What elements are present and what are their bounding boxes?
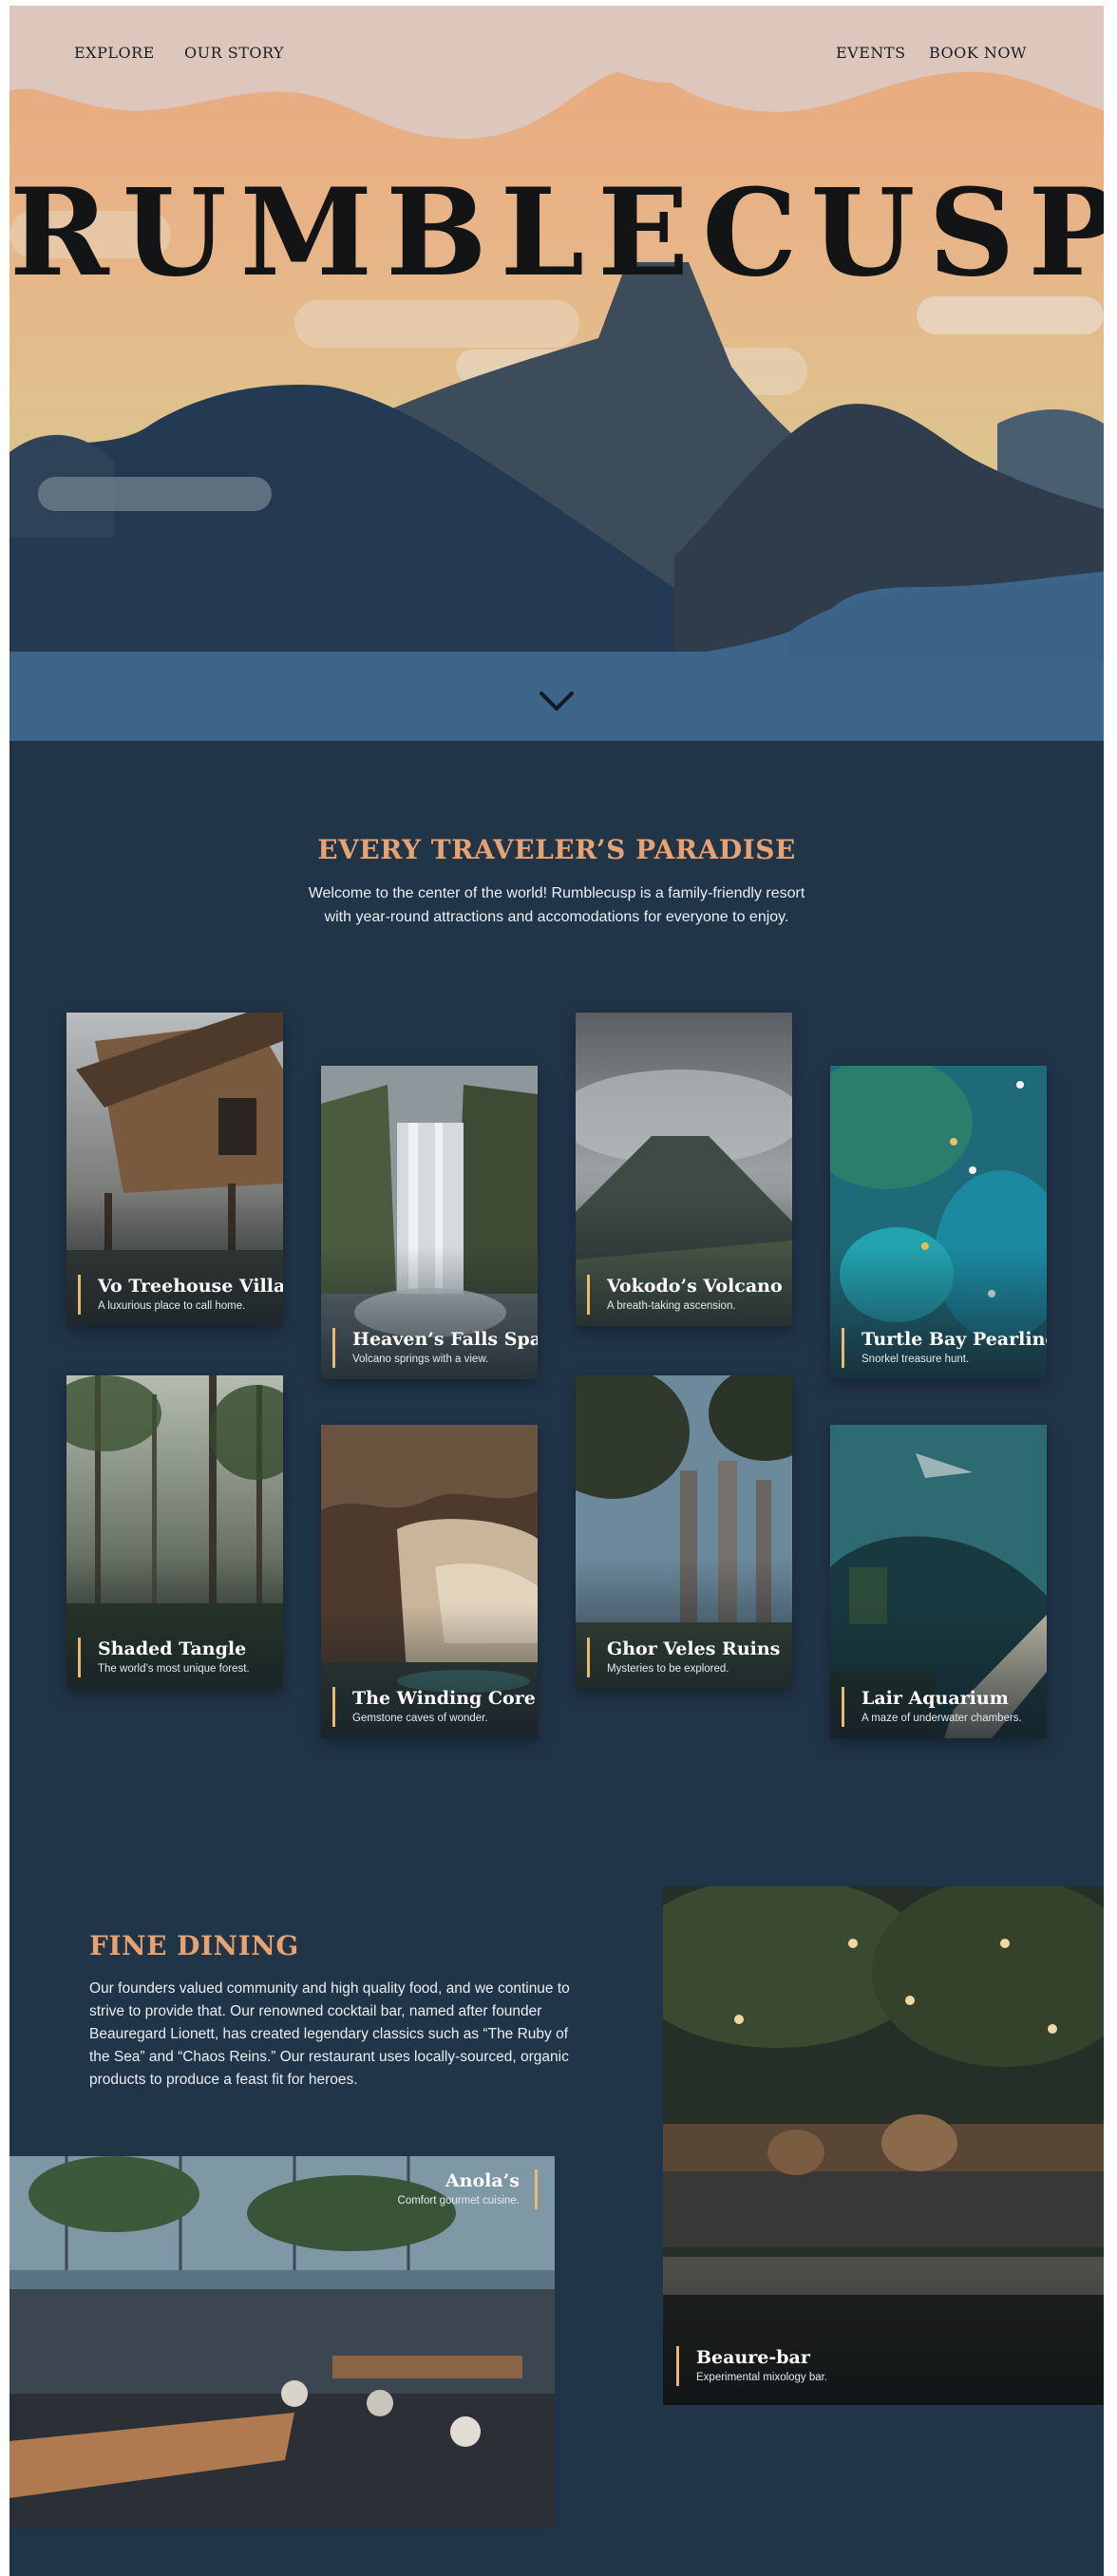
page-frame: EXPLORE OUR STORY EVENTS BOOK NOW RUMBLE…	[9, 6, 1104, 2576]
hero-illustration	[9, 6, 1104, 741]
card-title: Vokodo’s Volcano	[607, 1276, 783, 1297]
dining-text-line: products to produce a feast fit for hero…	[89, 2072, 358, 2088]
card-subtitle: Comfort gourmet cuisine.	[397, 2195, 520, 2207]
card-title: Beaure-bar	[696, 2347, 810, 2368]
attraction-card[interactable]: Turtle Bay Pearling Snorkel treasure hun…	[830, 1066, 1047, 1379]
attraction-card[interactable]: Vokodo’s Volcano A breath-taking ascensi…	[576, 1013, 792, 1326]
card-caption: Turtle Bay Pearling Snorkel treasure hun…	[842, 1328, 1047, 1368]
card-subtitle: Snorkel treasure hunt.	[861, 1354, 970, 1365]
card-subtitle: Mysteries to be explored.	[607, 1663, 729, 1675]
attraction-card[interactable]: Shaded Tangle The world’s most unique fo…	[66, 1375, 283, 1689]
attraction-card[interactable]: Lair Aquarium A maze of underwater chamb…	[830, 1425, 1047, 1738]
attraction-card[interactable]: The Winding Core Gemstone caves of wonde…	[321, 1425, 538, 1738]
brand-title: RUMBLECUSP	[9, 162, 1104, 303]
card-title: Lair Aquarium	[861, 1688, 1009, 1709]
card-caption: Lair Aquarium A maze of underwater chamb…	[842, 1687, 1022, 1727]
card-title: Heaven’s Falls Spa	[352, 1329, 538, 1350]
dining-description: Our founders valued community and high q…	[89, 1978, 602, 2092]
card-caption: Vokodo’s Volcano A breath-taking ascensi…	[587, 1275, 783, 1315]
nav-explore[interactable]: EXPLORE	[74, 44, 155, 62]
restaurant-photo	[9, 2156, 555, 2527]
card-title: Anola’s	[445, 2170, 520, 2191]
card-title: Ghor Veles Ruins	[607, 1638, 781, 1659]
card-subtitle: The world’s most unique forest.	[98, 1663, 250, 1675]
attraction-card[interactable]: Heaven’s Falls Spa Volcano springs with …	[321, 1066, 538, 1379]
card-subtitle: A breath-taking ascension.	[607, 1300, 736, 1312]
dining-text-line: the Sea” and “Chaos Reins.” Our restaura…	[89, 2049, 569, 2065]
dining-title: FINE DINING	[89, 1930, 299, 1961]
paradise-intro-line2: with year-round attractions and accomoda…	[324, 909, 789, 925]
anolas-card[interactable]: Anola’s Comfort gourmet cuisine.	[9, 2156, 555, 2527]
nav-book-now[interactable]: BOOK NOW	[929, 44, 1027, 62]
beaure-bar-card[interactable]: Beaure-bar Experimental mixology bar.	[663, 1886, 1104, 2405]
card-caption: The Winding Core Gemstone caves of wonde…	[332, 1687, 536, 1727]
card-caption: Ghor Veles Ruins Mysteries to be explore…	[587, 1638, 780, 1677]
card-subtitle: A maze of underwater chambers.	[861, 1713, 1022, 1724]
card-subtitle: Experimental mixology bar.	[696, 2372, 828, 2383]
card-title: Turtle Bay Pearling	[861, 1329, 1047, 1350]
paradise-intro-line1: Welcome to the center of the world! Rumb…	[308, 885, 805, 901]
card-title: Vo Treehouse Villas	[98, 1276, 283, 1297]
paradise-title: EVERY TRAVELER’S PARADISE	[317, 834, 796, 865]
card-caption: Vo Treehouse Villas A luxurious place to…	[78, 1275, 283, 1315]
hero-banner: EXPLORE OUR STORY EVENTS BOOK NOW RUMBLE…	[9, 6, 1104, 741]
card-title: Shaded Tangle	[98, 1638, 247, 1659]
dining-text-line: strive to provide that. Our renowned coc…	[89, 2003, 542, 2019]
dining-text-line: Beauregard Lionett, has created legendar…	[89, 2026, 569, 2042]
attraction-card[interactable]: Vo Treehouse Villas A luxurious place to…	[66, 1013, 283, 1326]
chevron-down-icon[interactable]	[534, 684, 579, 718]
card-caption: Beaure-bar Experimental mixology bar.	[676, 2346, 827, 2386]
nav-events[interactable]: EVENTS	[836, 44, 906, 62]
card-subtitle: Gemstone caves of wonder.	[352, 1713, 488, 1724]
paradise-intro: Welcome to the center of the world! Rumb…	[9, 881, 1104, 929]
attraction-card[interactable]: Ghor Veles Ruins Mysteries to be explore…	[576, 1375, 792, 1689]
card-title: The Winding Core	[352, 1688, 536, 1709]
card-caption: Heaven’s Falls Spa Volcano springs with …	[332, 1328, 538, 1368]
dining-text-line: Our founders valued community and high q…	[89, 1980, 570, 1997]
card-caption: Anola’s Comfort gourmet cuisine.	[398, 2169, 538, 2209]
card-caption: Shaded Tangle The world’s most unique fo…	[78, 1638, 250, 1677]
card-subtitle: Volcano springs with a view.	[352, 1354, 489, 1365]
card-subtitle: A luxurious place to call home.	[98, 1300, 246, 1312]
nav-our-story[interactable]: OUR STORY	[184, 44, 284, 62]
